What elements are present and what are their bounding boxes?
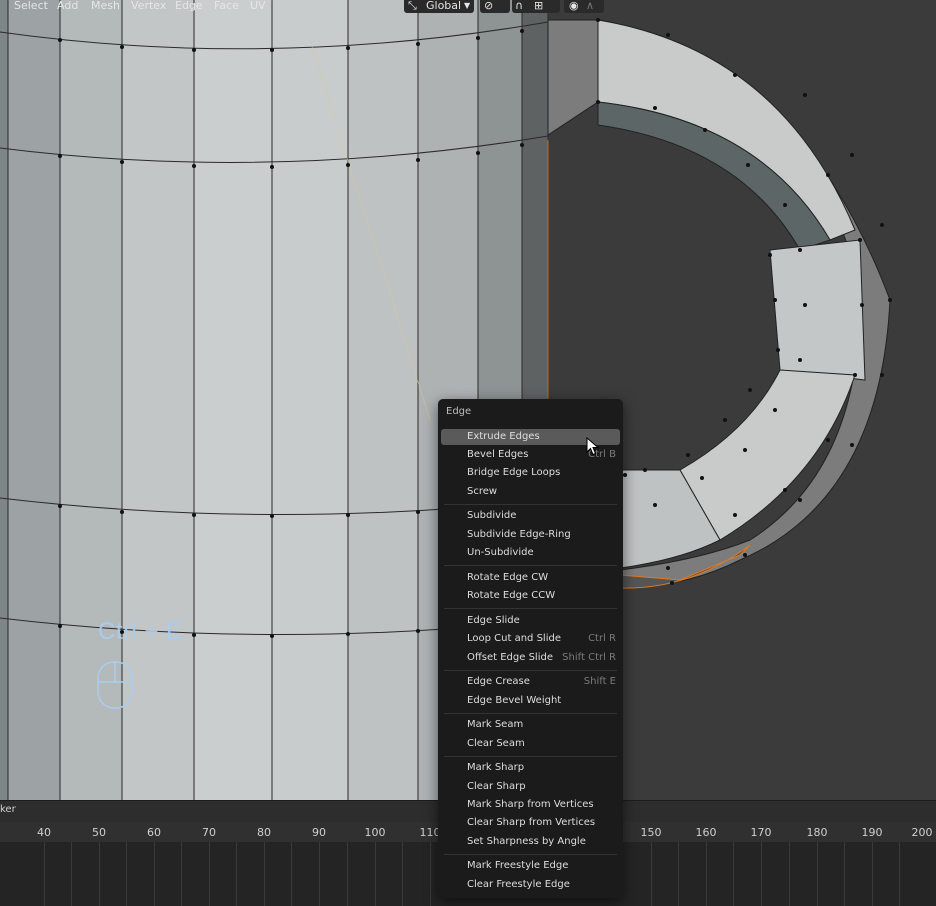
menu-item-rotate-edge-ccw[interactable]: Rotate Edge CCW [441, 588, 620, 604]
frame-tick: 160 [695, 826, 717, 839]
editor-label: ker [0, 804, 16, 815]
menu-item-clear-freestyle-edge[interactable]: Clear Freestyle Edge [441, 877, 620, 893]
menu-item-mark-freestyle-edge[interactable]: Mark Freestyle Edge [441, 858, 620, 874]
frame-tick: 200 [911, 826, 933, 839]
frame-tick: 150 [640, 826, 662, 839]
menu-item-mark-sharp-from-vertices[interactable]: Mark Sharp from Vertices [441, 797, 620, 813]
menu-item-loop-cut-and-slide[interactable]: Loop Cut and Slide Ctrl R [441, 631, 620, 647]
frame-tick: 40 [37, 826, 51, 839]
menu-separator [444, 565, 617, 566]
snap-increment-icon: ⊞ [534, 0, 544, 12]
frame-tick: 80 [257, 826, 271, 839]
mouse-icon [96, 660, 136, 716]
menu-item-bridge-edge-loops[interactable]: Bridge Edge Loops [441, 465, 620, 481]
menu-mesh[interactable]: Mesh [91, 0, 120, 12]
orientation-icon: ⤡ [408, 0, 417, 12]
menu-item-edge-bevel-weight[interactable]: Edge Bevel Weight [441, 693, 620, 709]
menu-item-offset-edge-slide[interactable]: Offset Edge Slide Shift Ctrl R [441, 650, 620, 666]
frame-tick: 170 [750, 826, 772, 839]
proportional-icon: ◉ [569, 0, 579, 12]
menu-item-rotate-edge-cw[interactable]: Rotate Edge CW [441, 570, 620, 586]
menu-separator [444, 756, 617, 757]
menu-item-clear-sharp-from-vertices[interactable]: Clear Sharp from Vertices [441, 815, 620, 831]
frame-tick: 90 [312, 826, 326, 839]
magnet-icon: ∩ [515, 0, 524, 12]
menu-item-screw[interactable]: Screw [441, 484, 620, 500]
menu-item-edge-crease[interactable]: Edge Crease Shift E [441, 674, 620, 690]
menu-item-un-subdivide[interactable]: Un-Subdivide [441, 545, 620, 561]
frame-tick: 100 [364, 826, 386, 839]
frame-tick: 180 [806, 826, 828, 839]
menu-vertex[interactable]: Vertex [131, 0, 166, 12]
pivot-point-dropdown[interactable]: ⊘ [480, 0, 510, 13]
menu-separator [444, 670, 617, 671]
frame-tick: 50 [92, 826, 106, 839]
transform-orientation-dropdown[interactable]: ⤡ Global ▼ [404, 0, 474, 13]
menu-item-edge-slide[interactable]: Edge Slide [441, 613, 620, 629]
menu-separator [444, 504, 617, 505]
proportional-editing[interactable]: ◉ ∧ [564, 0, 604, 13]
menu-select[interactable]: Select [14, 0, 48, 12]
viewport-header: Select Add Mesh Vertex Edge Face UV ⤡ Gl… [0, 0, 936, 14]
menu-separator [444, 608, 617, 609]
edge-menu: Edge Extrude Edges Bevel Edges Ctrl B Bri… [438, 399, 623, 898]
menu-separator [444, 854, 617, 855]
menu-title: Edge [446, 406, 472, 417]
frame-tick: 190 [861, 826, 883, 839]
menu-item-mark-seam[interactable]: Mark Seam [441, 717, 620, 733]
chevron-down-icon: ▼ [464, 1, 471, 10]
menu-item-set-sharpness-by-angle[interactable]: Set Sharpness by Angle [441, 834, 620, 850]
frame-tick: 70 [202, 826, 216, 839]
mouse-cursor-icon [586, 436, 600, 461]
menu-item-clear-seam[interactable]: Clear Seam [441, 736, 620, 752]
menu-add[interactable]: Add [57, 0, 78, 12]
falloff-icon: ∧ [586, 0, 595, 12]
shortcut-hint: Ctrl + E [98, 618, 183, 645]
menu-edge[interactable]: Edge [175, 0, 203, 12]
orientation-value: Global [426, 0, 462, 12]
frame-tick: 60 [147, 826, 161, 839]
snap-dropdown[interactable]: ∩ ⊞ [512, 0, 560, 13]
menu-uv[interactable]: UV [250, 0, 266, 12]
menu-item-subdivide[interactable]: Subdivide [441, 508, 620, 524]
menu-separator [444, 713, 617, 714]
menu-item-subdivide-edge-ring[interactable]: Subdivide Edge-Ring [441, 527, 620, 543]
link-icon: ⊘ [484, 0, 494, 12]
menu-item-mark-sharp[interactable]: Mark Sharp [441, 760, 620, 776]
menu-face[interactable]: Face [214, 0, 239, 12]
menu-item-clear-sharp[interactable]: Clear Sharp [441, 779, 620, 795]
